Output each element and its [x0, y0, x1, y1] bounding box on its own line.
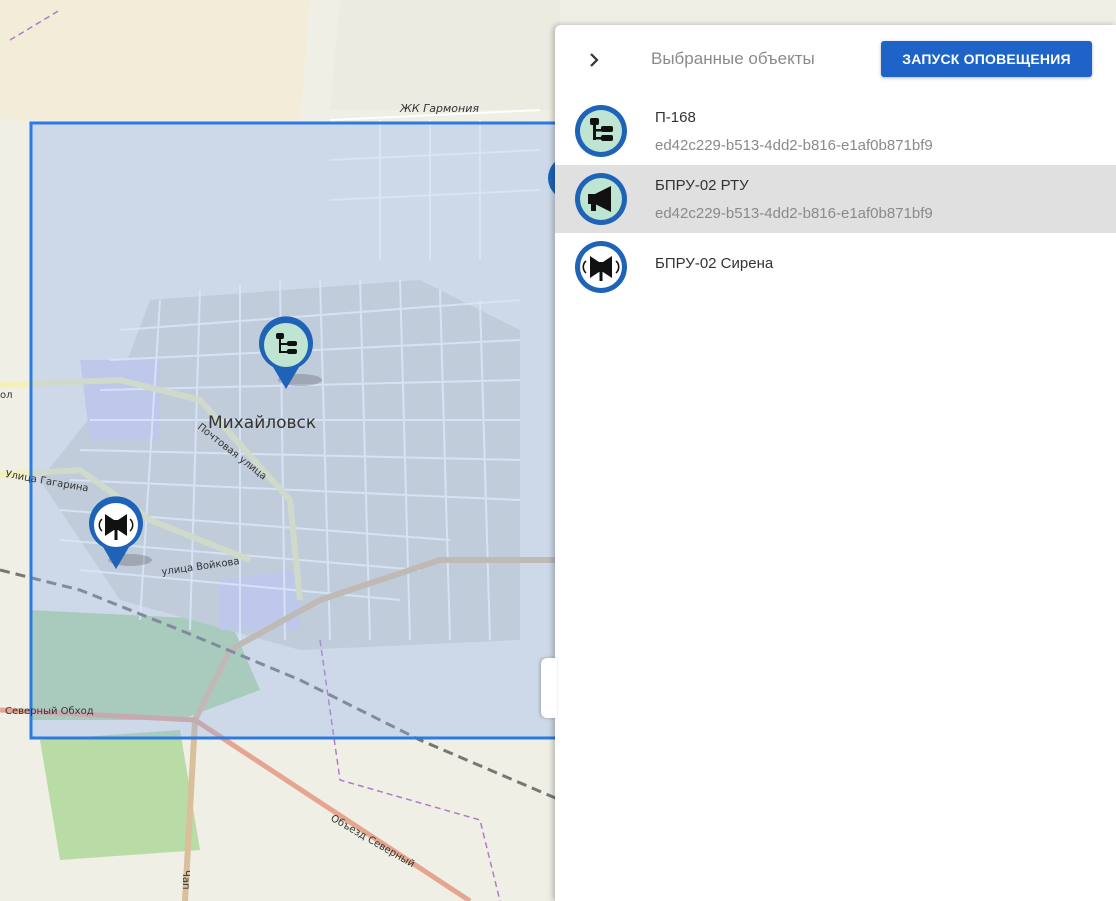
item-id: ed42c229-b513-4dd2-b816-e1af0b871bf9	[655, 205, 933, 222]
item-name: БПРУ-02 РТУ	[655, 177, 749, 194]
map-label-edge-bottom: Чап	[180, 870, 191, 890]
chevron-right-icon	[590, 53, 599, 67]
panel-title: Выбранные объекты	[651, 49, 815, 68]
list-item-selected[interactable]: БПРУ-02 РТУ ed42c229-b513-4dd2-b816-e1af…	[555, 165, 1116, 233]
list-item[interactable]: БПРУ-02 Сирена	[555, 233, 1116, 301]
panel-edge-tab[interactable]	[541, 658, 557, 718]
item-id: ed42c229-b513-4dd2-b816-e1af0b871bf9	[655, 137, 933, 154]
collapse-panel-button[interactable]	[583, 49, 605, 71]
selected-objects-panel: Выбранные объекты ЗАПУСК ОПОВЕЩЕНИЯ П-16…	[555, 25, 1116, 901]
map-label-town: Михайловск	[208, 413, 316, 433]
launch-alert-button[interactable]: ЗАПУСК ОПОВЕЩЕНИЯ	[881, 41, 1092, 77]
panel-header: Выбранные объекты ЗАПУСК ОПОВЕЩЕНИЯ	[555, 25, 1116, 95]
item-name: БПРУ-02 Сирена	[655, 255, 774, 272]
item-name: П-168	[655, 109, 696, 126]
map-label-district: ЖК Гармония	[399, 102, 479, 115]
selected-objects-list: П-168 ed42c229-b513-4dd2-b816-e1af0b871b…	[555, 97, 1116, 301]
megaphone-icon	[575, 173, 627, 225]
map-label-severny-obkhod: Северный Обход	[5, 706, 94, 717]
map-label-edge-left: ол	[0, 390, 13, 401]
list-item[interactable]: П-168 ed42c229-b513-4dd2-b816-e1af0b871b…	[555, 97, 1116, 165]
siren-icon	[575, 241, 627, 293]
network-tree-icon	[575, 105, 627, 157]
